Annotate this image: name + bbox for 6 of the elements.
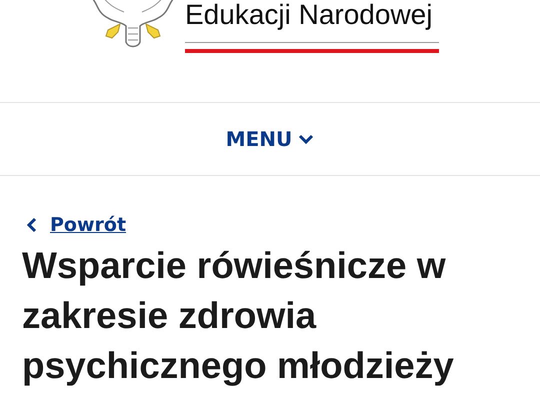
page-title: Wsparcie rówieśnicze w zakresie zdrowia psychicznego młodzieży	[22, 244, 455, 388]
chevron-left-icon	[26, 217, 38, 233]
ministry-name: Edukacji Narodowej	[185, 0, 434, 30]
menu-button[interactable]: MENU	[224, 123, 316, 155]
chevron-icon	[298, 133, 314, 145]
back-link[interactable]: Powrót	[26, 214, 126, 236]
